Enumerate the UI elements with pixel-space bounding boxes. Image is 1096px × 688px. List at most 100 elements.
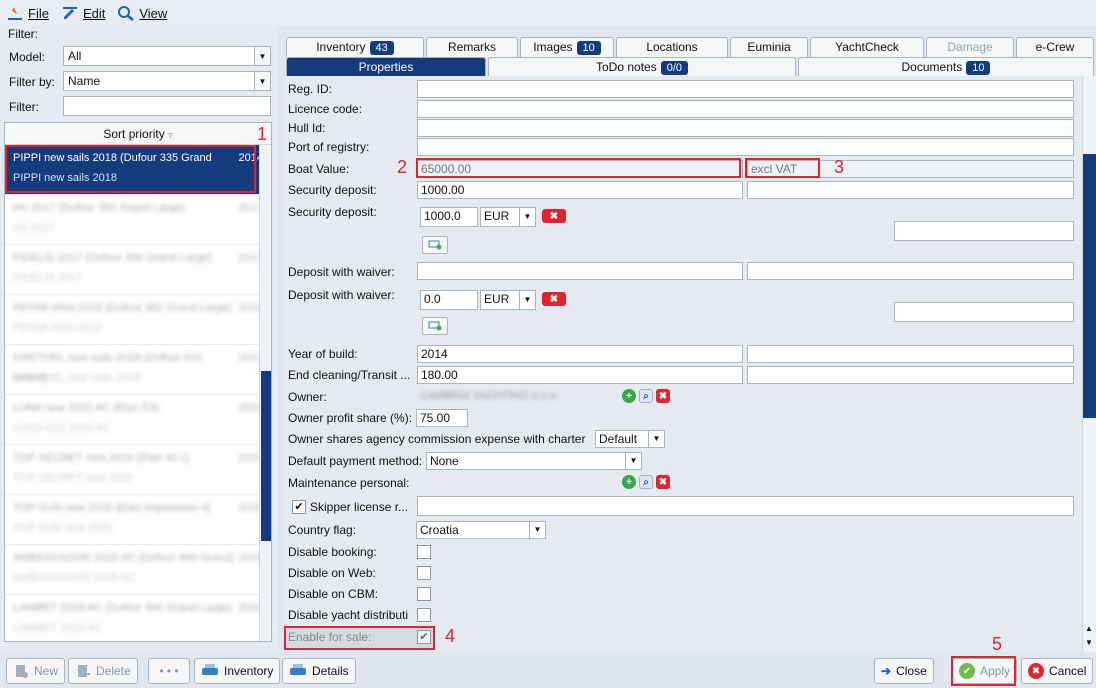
chevron-down-icon[interactable]: ▼	[1085, 638, 1093, 647]
sd-extra-field[interactable]	[894, 221, 1074, 241]
list-item[interactable]: TOP SECRET new 2020 (Elan 40.1) 2020 TOP S…	[5, 445, 271, 495]
cancel-button[interactable]: ✖ Cancel	[1021, 658, 1094, 684]
chevron-down-icon[interactable]: ▼	[254, 47, 270, 65]
chevron-down-icon[interactable]: ▼	[625, 453, 641, 469]
country-flag-select[interactable]: Croatia ▼	[416, 521, 546, 539]
remove-icon[interactable]: ✖	[656, 389, 670, 403]
delete-button[interactable]: Delete	[68, 658, 138, 684]
tab-label: YachtCheck	[835, 40, 899, 54]
filter-input[interactable]	[63, 96, 271, 116]
tab-images[interactable]: Images 10	[520, 37, 614, 57]
chevron-down-icon[interactable]: ▼	[254, 72, 270, 90]
dw-extra-field[interactable]	[894, 302, 1074, 322]
disable-booking-checkbox[interactable]	[417, 545, 431, 559]
security-deposit-2-label: Security deposit:	[288, 205, 377, 219]
list-item-subtitle: GRETHEL new sails 2018	[13, 372, 141, 384]
disable-cbm-checkbox[interactable]	[417, 587, 431, 601]
dw-currency-select[interactable]: EUR ▼	[480, 290, 536, 310]
list-scrollbar-thumb[interactable]	[261, 371, 271, 541]
disable-distrib-checkbox[interactable]	[417, 608, 431, 622]
search-icon[interactable]: ⌕	[639, 389, 653, 403]
list-item[interactable]: TOP SUN new 2020 (Elan Impression 4) 2020…	[5, 495, 271, 545]
menu-edit[interactable]: Edit	[61, 5, 105, 21]
chevron-down-icon[interactable]: ▼	[648, 431, 664, 447]
security-deposit-field[interactable]: 1000.00	[417, 181, 743, 199]
list-item[interactable]: PETAR HNA 2019 (Dufour 382 Grand Large) 2…	[5, 295, 271, 345]
tab-label: Documents	[901, 60, 963, 74]
list-item[interactable]: Iris 2017 (Dufour 350 Grand Large) 2017 Ir…	[5, 195, 271, 245]
licence-code-field[interactable]	[417, 100, 1074, 118]
model-select[interactable]: All ▼	[63, 46, 271, 66]
chevron-up-icon[interactable]: ▲	[1085, 624, 1093, 633]
tab-inventory[interactable]: Inventory 43	[286, 37, 424, 57]
menu-file[interactable]: File	[6, 5, 49, 21]
add-icon[interactable]: +	[622, 389, 636, 403]
filter-by-select[interactable]: Name ▼	[63, 71, 271, 91]
edit-icon	[62, 7, 77, 19]
disable-web-checkbox[interactable]	[417, 566, 431, 580]
security-deposit-field-2[interactable]	[747, 181, 1074, 199]
form-scrollbar[interactable]: ▲ ▼	[1082, 76, 1096, 652]
owner-shares-select[interactable]: Default ▼	[595, 430, 665, 448]
end-cleaning-field[interactable]: 180.00	[417, 366, 743, 384]
tab-yachtcheck[interactable]: YachtCheck	[810, 37, 924, 57]
default-payment-select[interactable]: None ▼	[426, 452, 642, 470]
skipper-license-checkbox[interactable]: ✔	[292, 500, 306, 514]
more-button[interactable]: • • •	[148, 658, 190, 684]
dw-amount-field[interactable]: 0.0	[420, 290, 478, 310]
deposit-waiver-label: Deposit with waiver:	[288, 265, 395, 279]
sd-currency-select[interactable]: EUR ▼	[480, 207, 536, 227]
tab-todo-notes[interactable]: ToDo notes 0/0	[488, 57, 796, 77]
details-button[interactable]: Details	[282, 658, 356, 684]
tab-euminia[interactable]: Euminia	[730, 37, 808, 57]
deposit-waiver-field[interactable]	[417, 262, 743, 280]
cancel-x-icon: ✖	[1028, 663, 1044, 679]
add-row-icon[interactable]	[422, 236, 448, 254]
chevron-down-icon[interactable]: ▼	[519, 291, 535, 309]
new-button[interactable]: New	[6, 658, 66, 684]
chevron-down-icon[interactable]: ▼	[529, 522, 545, 538]
add-icon[interactable]: +	[622, 475, 636, 489]
remove-icon[interactable]: ✖	[656, 475, 670, 489]
tab-locations[interactable]: Locations	[616, 37, 728, 57]
list-item[interactable]: LAMBET 2018 AC (Dufour 460 Grand Large) 2…	[5, 595, 271, 641]
list-item-subtitle: TOP SUN new 2020	[13, 522, 113, 534]
owner-profit-field[interactable]: 75.00	[416, 409, 468, 427]
port-registry-field[interactable]	[417, 138, 1074, 156]
menu-view[interactable]: View	[117, 5, 167, 21]
hull-id-field[interactable]	[417, 119, 1074, 137]
tab-documents[interactable]: Documents 10	[798, 57, 1094, 77]
end-cleaning-field-2[interactable]	[747, 366, 1074, 384]
details-button-label: Details	[312, 664, 349, 678]
list-item[interactable]: FIDELIS 2017 (Dufour 350 Grand Large) 201…	[5, 245, 271, 295]
remove-icon[interactable]: ✖	[542, 209, 566, 223]
skipper-license-field[interactable]	[417, 496, 1074, 516]
boat-value-label: Boat Value:	[288, 162, 350, 176]
tab-e-crew[interactable]: e-Crew	[1016, 37, 1094, 57]
form-scrollbar-thumb[interactable]	[1083, 154, 1096, 418]
list-item[interactable]: LUNA new 2020 AC (Elan E3) 2020 LUNA new 2…	[5, 395, 271, 445]
year-build-label: Year of build:	[288, 347, 358, 361]
year-build-field[interactable]: 2014	[417, 345, 743, 363]
search-icon[interactable]: ⌕	[639, 475, 653, 489]
chevron-down-icon[interactable]: ▼	[519, 208, 535, 226]
inventory-button[interactable]: Inventory	[194, 658, 281, 684]
tab-damage[interactable]: Damage	[926, 37, 1014, 57]
tab-remarks[interactable]: Remarks	[426, 37, 518, 57]
reg-id-label: Reg. ID:	[288, 82, 333, 96]
boat-list: Sort priority ▿ PIPPI new sails 2018 (Du…	[4, 122, 272, 642]
sort-priority-header[interactable]: Sort priority ▿	[5, 123, 271, 145]
remove-icon[interactable]: ✖	[542, 292, 566, 306]
sd-amount-field[interactable]: 1000.0	[420, 207, 478, 227]
close-button[interactable]: ➔ Close	[874, 658, 934, 684]
tab-properties[interactable]: Properties	[286, 57, 486, 77]
deposit-waiver-field-2[interactable]	[747, 262, 1074, 280]
highlight-box-4	[284, 626, 435, 650]
list-item[interactable]: AMBASSADOR 2018 AC (Dufour 460 Grand) 201…	[5, 545, 271, 595]
list-item[interactable]: GRETHEL new sails 2018 (Dufour 410 Grand…	[5, 345, 271, 395]
printer-icon	[290, 664, 306, 675]
add-row-icon[interactable]	[422, 317, 448, 335]
year-build-field-2[interactable]	[747, 345, 1074, 363]
reg-id-field[interactable]	[417, 80, 1074, 98]
list-scrollbar[interactable]	[259, 145, 271, 641]
